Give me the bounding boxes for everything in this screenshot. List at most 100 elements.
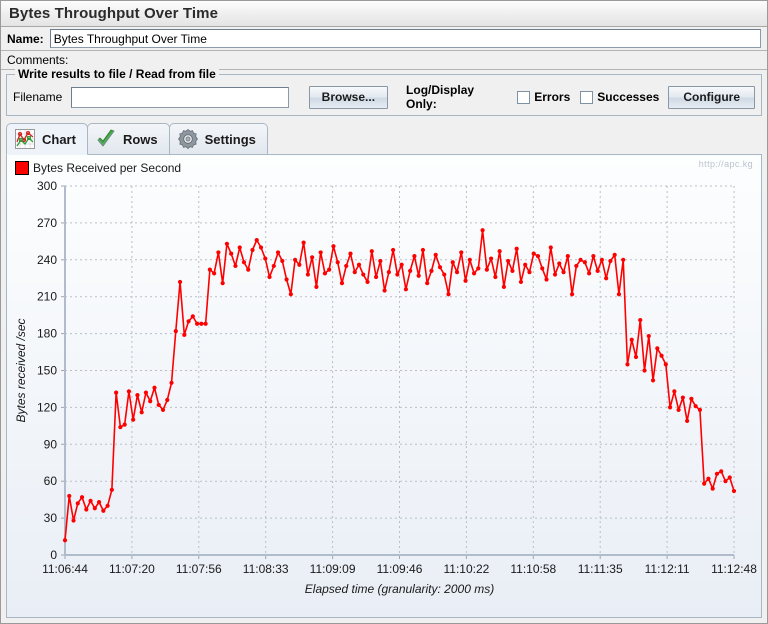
series-data-point	[578, 257, 583, 262]
series-data-point	[523, 262, 528, 267]
series-data-point	[608, 258, 613, 264]
y-axis-tick-label: 180	[37, 327, 57, 341]
series-data-point	[727, 475, 732, 480]
chart-window: Bytes Throughput Over Time Name: Bytes T…	[0, 0, 768, 624]
series-data-point	[544, 277, 549, 282]
series-data-point	[122, 422, 127, 427]
errors-checkbox[interactable]	[517, 90, 531, 104]
series-data-point	[216, 250, 221, 255]
series-data-point	[535, 254, 541, 259]
chart-icon	[15, 129, 35, 149]
comments-label: Comments:	[7, 53, 69, 67]
errors-checkbox-wrap[interactable]: Errors	[517, 90, 570, 104]
tab-chart-label: Chart	[42, 131, 76, 147]
series-data-point	[88, 498, 93, 503]
filename-input[interactable]	[71, 86, 289, 108]
series-data-point	[169, 380, 174, 385]
series-data-point	[693, 404, 698, 409]
tab-chart[interactable]: Chart	[6, 123, 88, 155]
series-data-point	[322, 271, 328, 276]
series-data-point	[719, 469, 724, 474]
series-data-point	[152, 385, 157, 390]
x-axis-tick-label: 11:08:33	[243, 562, 289, 576]
tab-rows-label: Rows	[122, 131, 158, 147]
series-data-point	[685, 418, 690, 424]
series-data-point	[676, 407, 681, 412]
series-data-point	[420, 247, 426, 253]
series-data-point	[501, 284, 506, 289]
y-axis-tick-label: 150	[37, 364, 57, 378]
series-data-point	[408, 268, 413, 273]
series-data-point	[672, 389, 677, 394]
series-data-point	[365, 279, 370, 285]
gear-icon	[177, 129, 198, 149]
x-axis-tick-label: 11:09:46	[377, 562, 423, 576]
configure-button[interactable]: Configure	[668, 85, 755, 109]
series-data-point	[361, 272, 366, 277]
series-data-point	[199, 321, 204, 326]
series-data-point	[582, 260, 587, 265]
tab-settings[interactable]: Settings	[168, 123, 268, 154]
y-axis-tick-label: 210	[37, 290, 57, 304]
series-data-point	[574, 263, 579, 269]
series-data-point	[190, 314, 195, 319]
series-data-point	[131, 417, 136, 422]
series-data-point	[655, 346, 660, 351]
window-titlebar: Bytes Throughput Over Time	[1, 1, 767, 27]
series-data-point	[148, 399, 153, 404]
tab-rows[interactable]: Rows	[86, 123, 170, 154]
series-data-point	[165, 397, 170, 403]
series-data-point	[548, 245, 553, 250]
series-data-point	[194, 321, 200, 326]
series-data-point	[633, 354, 639, 360]
series-data-point	[339, 281, 345, 286]
series-data-point	[284, 277, 289, 282]
x-axis-tick-label: 11:11:35	[578, 562, 623, 576]
series-data-point	[493, 274, 498, 280]
series-data-point	[348, 251, 353, 256]
series-data-point	[616, 292, 622, 297]
legend-swatch-icon	[15, 161, 29, 175]
y-axis-tick-label: 300	[37, 179, 57, 193]
series-data-point	[569, 292, 575, 297]
series-data-point	[731, 488, 737, 494]
window-title: Bytes Throughput Over Time	[9, 5, 219, 22]
series-data-point	[450, 260, 455, 265]
series-data-point	[356, 262, 362, 267]
series-data-point	[305, 272, 310, 277]
series-data-point	[263, 256, 268, 261]
series-data-point	[386, 270, 391, 275]
series-data-point	[101, 508, 106, 513]
name-input[interactable]: Bytes Throughput Over Time	[49, 29, 761, 48]
successes-checkbox[interactable]	[580, 90, 594, 104]
series-data-point	[484, 267, 489, 272]
series-data-point	[454, 270, 460, 275]
series-data-point	[173, 329, 178, 334]
series-data-point	[416, 273, 421, 278]
series-data-point	[369, 249, 374, 254]
series-data-point	[79, 495, 85, 500]
series-data-point	[595, 268, 600, 273]
series-data-point	[540, 266, 545, 271]
series-data-point	[373, 274, 379, 280]
y-axis-tick-label: 0	[50, 548, 57, 562]
legend-label: Bytes Received per Second	[33, 161, 182, 175]
browse-button[interactable]: Browse...	[308, 85, 389, 109]
series-data-point	[425, 281, 430, 286]
series-data-point	[710, 486, 715, 491]
series-data-point	[429, 268, 434, 273]
series-data-point	[642, 368, 647, 373]
series-data-point	[237, 245, 242, 250]
series-data-point	[75, 501, 80, 506]
series-data-point	[552, 272, 558, 277]
y-axis-tick-label: 270	[37, 216, 57, 230]
y-axis-tick-label: 60	[44, 474, 58, 488]
series-data-point	[659, 353, 664, 358]
comments-input[interactable]	[74, 51, 761, 69]
series-data-point	[267, 274, 272, 280]
series-data-point	[476, 266, 481, 271]
successes-checkbox-wrap[interactable]: Successes	[580, 90, 659, 104]
x-axis-tick-label: 11:10:58	[510, 562, 556, 576]
series-data-point	[207, 267, 212, 272]
x-axis-tick-label: 11:12:48	[711, 562, 757, 576]
